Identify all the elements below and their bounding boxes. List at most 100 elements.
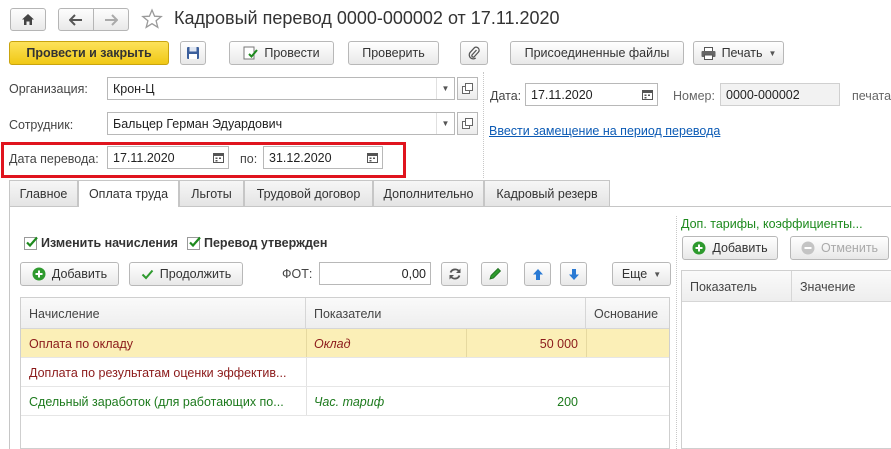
organization-open-button[interactable]: [457, 77, 478, 100]
save-button[interactable]: [180, 41, 206, 65]
table-row[interactable]: Сдельный заработок (для работающих по...…: [21, 387, 669, 416]
minus-circle-icon: [801, 241, 815, 255]
fot-field: 0,00: [319, 262, 431, 285]
move-down-button[interactable]: [560, 262, 587, 286]
accrual-name-cell: Сдельный заработок (для работающих по...: [29, 394, 284, 409]
post-and-close-label: Провести и закрыть: [26, 46, 152, 60]
change-accruals-label: Изменить начисления: [41, 236, 178, 250]
move-up-button[interactable]: [524, 262, 551, 286]
column-header-value[interactable]: Значение: [792, 271, 891, 302]
tab-page-border: [9, 206, 10, 449]
date-field[interactable]: 17.11.2020: [525, 83, 658, 106]
employee-dropdown-icon[interactable]: ▼: [436, 113, 454, 134]
fot-label: ФОТ:: [282, 267, 313, 281]
indicator-value-cell: 50 000: [539, 336, 578, 351]
number-value: 0000-000002: [726, 87, 800, 102]
table-row[interactable]: Доплата по результатам оценки эффектив..…: [21, 358, 669, 387]
home-button[interactable]: [10, 8, 46, 31]
change-accruals-checkbox[interactable]: Изменить начисления: [24, 236, 178, 250]
check-button[interactable]: Проверить: [348, 41, 439, 65]
organization-dropdown-icon[interactable]: ▼: [436, 78, 454, 99]
column-header-basis[interactable]: Основание: [586, 298, 671, 329]
refresh-button[interactable]: [441, 262, 468, 286]
tab-labor-contract[interactable]: Трудовой договор: [244, 180, 373, 206]
transfer-date-label: Дата перевода:: [9, 152, 99, 166]
transfer-approved-label: Перевод утвержден: [204, 236, 328, 250]
tab-benefits[interactable]: Льготы: [179, 180, 244, 206]
arrow-down-icon: [568, 268, 579, 280]
post-document-icon: [243, 46, 259, 60]
side-cancel-button[interactable]: Отменить: [790, 236, 889, 260]
checkmark-icon: [141, 269, 154, 279]
pencil-icon: [488, 267, 501, 280]
indicator-cell: Час. тариф: [314, 394, 385, 409]
transfer-approved-checkbox[interactable]: Перевод утвержден: [187, 236, 327, 250]
employee-open-button[interactable]: [457, 112, 478, 135]
home-icon: [22, 14, 34, 25]
side-panel-separator: [676, 216, 677, 449]
tab-additional[interactable]: Дополнительно: [373, 180, 484, 206]
accrual-name-cell: Доплата по результатам оценки эффектив..…: [29, 365, 287, 380]
arrow-left-icon: [69, 13, 82, 26]
column-header-indicators[interactable]: Показатели: [306, 298, 586, 329]
calendar-icon[interactable]: [208, 147, 228, 168]
forward-button[interactable]: [93, 8, 129, 31]
accruals-table: Начисление Показатели Основание Оплата п…: [20, 297, 670, 449]
attach-button[interactable]: [460, 41, 488, 65]
organization-label: Организация:: [9, 82, 88, 96]
employee-value: Бальцер Герман Эдуардович: [113, 116, 283, 131]
continue-button[interactable]: Продолжить: [129, 262, 243, 286]
page-title: Кадровый перевод 0000-000002 от 17.11.20…: [174, 8, 560, 28]
table-row[interactable]: Оплата по окладу Оклад 50 000: [21, 329, 669, 358]
to-date-label: по:: [240, 152, 258, 166]
refresh-icon: [449, 268, 460, 280]
side-add-button[interactable]: Добавить: [682, 236, 778, 260]
checkmark-icon: [26, 236, 38, 247]
continue-label: Продолжить: [159, 267, 232, 281]
to-date-value: 31.12.2020: [269, 150, 332, 165]
employee-label: Сотрудник:: [9, 118, 74, 132]
tab-personnel-reserve-label: Кадровый резерв: [496, 186, 598, 201]
to-date-field[interactable]: 31.12.2020: [263, 146, 383, 169]
more-label: Еще: [621, 267, 648, 281]
more-button[interactable]: Еще ▼: [612, 262, 671, 286]
employee-field[interactable]: Бальцер Герман Эдуардович ▼: [107, 112, 455, 135]
post-button[interactable]: Провести: [229, 41, 334, 65]
tab-main[interactable]: Главное: [9, 180, 78, 206]
tab-pay-label: Оплата труда: [88, 187, 169, 201]
side-panel-title: Доп. тарифы, коэффициенты...: [681, 217, 863, 231]
back-button[interactable]: [58, 8, 94, 31]
floppy-disk-icon: [187, 47, 199, 59]
tab-additional-label: Дополнительно: [383, 186, 474, 201]
indicator-value-cell: 200: [557, 394, 578, 409]
transfer-date-field[interactable]: 17.11.2020: [107, 146, 229, 169]
number-field: 0000-000002: [720, 83, 840, 106]
calendar-icon[interactable]: [637, 84, 657, 105]
favorite-star-icon[interactable]: [141, 8, 163, 30]
enter-replacement-link[interactable]: Ввести замещение на период перевода: [489, 124, 720, 138]
print-label: Печать: [721, 46, 763, 60]
tab-main-label: Главное: [19, 186, 68, 201]
print-truncated-label: печата: [852, 89, 891, 103]
column-header-accrual[interactable]: Начисление: [21, 298, 306, 329]
indicator-value-cell: [466, 358, 586, 387]
checkmark-icon: [189, 236, 201, 247]
organization-field[interactable]: Крон-Ц ▼: [107, 77, 455, 100]
organization-value: Крон-Ц: [113, 81, 155, 96]
open-form-icon: [462, 118, 473, 129]
side-table: Показатель Значение: [681, 270, 891, 449]
tab-pay[interactable]: Оплата труда: [78, 180, 179, 207]
date-value: 17.11.2020: [531, 87, 593, 102]
post-and-close-button[interactable]: Провести и закрыть: [9, 41, 169, 65]
transfer-date-value: 17.11.2020: [113, 150, 175, 165]
print-button[interactable]: Печать ▼: [693, 41, 784, 65]
side-table-header: Показатель Значение: [682, 271, 891, 302]
tab-personnel-reserve[interactable]: Кадровый резерв: [484, 180, 610, 206]
add-accrual-button[interactable]: Добавить: [20, 262, 119, 286]
calendar-icon[interactable]: [362, 147, 382, 168]
printer-icon: [701, 46, 716, 60]
edit-button[interactable]: [481, 262, 508, 286]
column-header-indicator[interactable]: Показатель: [682, 271, 792, 302]
attached-files-button[interactable]: Присоединенные файлы: [510, 41, 684, 65]
indicator-cell: [306, 358, 466, 387]
